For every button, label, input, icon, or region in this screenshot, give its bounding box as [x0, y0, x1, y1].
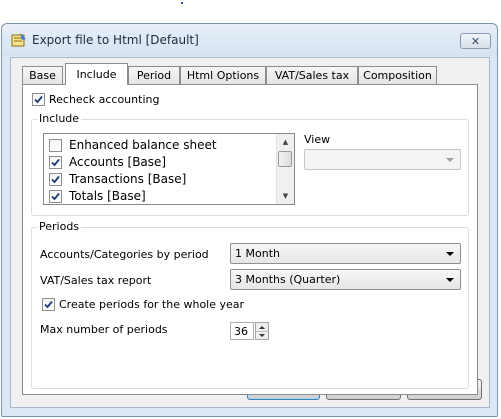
tab-base[interactable]: Base [22, 66, 63, 84]
listbox-scrollbar[interactable]: ▲ ▼ [276, 134, 294, 204]
include-listbox[interactable]: Enhanced balance sheet Accounts [Base] T… [43, 133, 295, 205]
window-title: Export file to Html [Default] [32, 33, 199, 47]
stray-pixel [181, 2, 183, 4]
whole-year-label: Create periods for the whole year [59, 298, 245, 311]
recheck-accounting-label: Recheck accounting [49, 93, 160, 106]
vat-report-value: 3 Months (Quarter) [235, 273, 341, 286]
periods-group-title: Periods [37, 220, 82, 233]
view-label: View [304, 133, 331, 146]
checkmark-icon [34, 95, 43, 104]
dialog-client-area: Base Include Period Html Options VAT/Sal… [10, 57, 490, 408]
max-periods-value: 36 [234, 325, 248, 338]
include-tab-page: Recheck accounting Include Enhanced bala… [22, 84, 478, 395]
scroll-down-icon[interactable]: ▼ [277, 188, 294, 204]
scroll-thumb[interactable] [278, 151, 292, 167]
list-item-label: Enhanced balance sheet [69, 138, 217, 152]
chevron-down-icon [446, 158, 454, 162]
tab-composition[interactable]: Composition [358, 66, 437, 84]
accounts-by-period-label: Accounts/Categories by period [40, 248, 209, 261]
max-periods-input[interactable]: 36 [230, 322, 254, 340]
scroll-up-icon[interactable]: ▲ [277, 134, 294, 150]
max-periods-spinner[interactable] [255, 322, 269, 340]
checkmark-icon [44, 300, 53, 309]
accounts-by-period-select[interactable]: 1 Month [230, 243, 461, 264]
totals-base-checkbox[interactable] [49, 190, 62, 203]
vat-report-label: VAT/Sales tax report [40, 274, 152, 287]
whole-year-checkbox[interactable] [42, 298, 55, 311]
tab-html-options[interactable]: Html Options [180, 66, 266, 84]
close-button[interactable]: ✕ [460, 33, 491, 49]
tab-include[interactable]: Include [65, 63, 128, 85]
enhanced-balance-sheet-checkbox[interactable] [49, 139, 62, 152]
recheck-accounting-checkbox[interactable] [32, 93, 45, 106]
include-group-title: Include [37, 112, 82, 125]
list-item-label: Totals [Base] [69, 189, 146, 203]
max-periods-label: Max number of periods [40, 323, 168, 336]
checkmark-icon [51, 175, 60, 184]
app-icon [11, 33, 27, 47]
close-icon: ✕ [470, 34, 481, 48]
vat-report-select[interactable]: 3 Months (Quarter) [230, 269, 461, 290]
tab-vat-sales-tax[interactable]: VAT/Sales tax [266, 66, 358, 84]
checkmark-icon [51, 158, 60, 167]
chevron-down-icon [446, 278, 454, 282]
list-item-label: Transactions [Base] [69, 172, 187, 186]
spin-down-icon[interactable] [256, 331, 268, 339]
accounts-by-period-value: 1 Month [235, 247, 280, 260]
checkmark-icon [51, 192, 60, 201]
export-dialog: Export file to Html [Default] ✕ Base Inc… [1, 23, 498, 417]
chevron-down-icon [446, 252, 454, 256]
transactions-base-checkbox[interactable] [49, 173, 62, 186]
list-item-label: Accounts [Base] [69, 155, 167, 169]
title-bar[interactable]: Export file to Html [Default] ✕ [2, 24, 497, 56]
tab-period[interactable]: Period [128, 66, 180, 84]
view-select [304, 149, 461, 170]
accounts-base-checkbox[interactable] [49, 156, 62, 169]
